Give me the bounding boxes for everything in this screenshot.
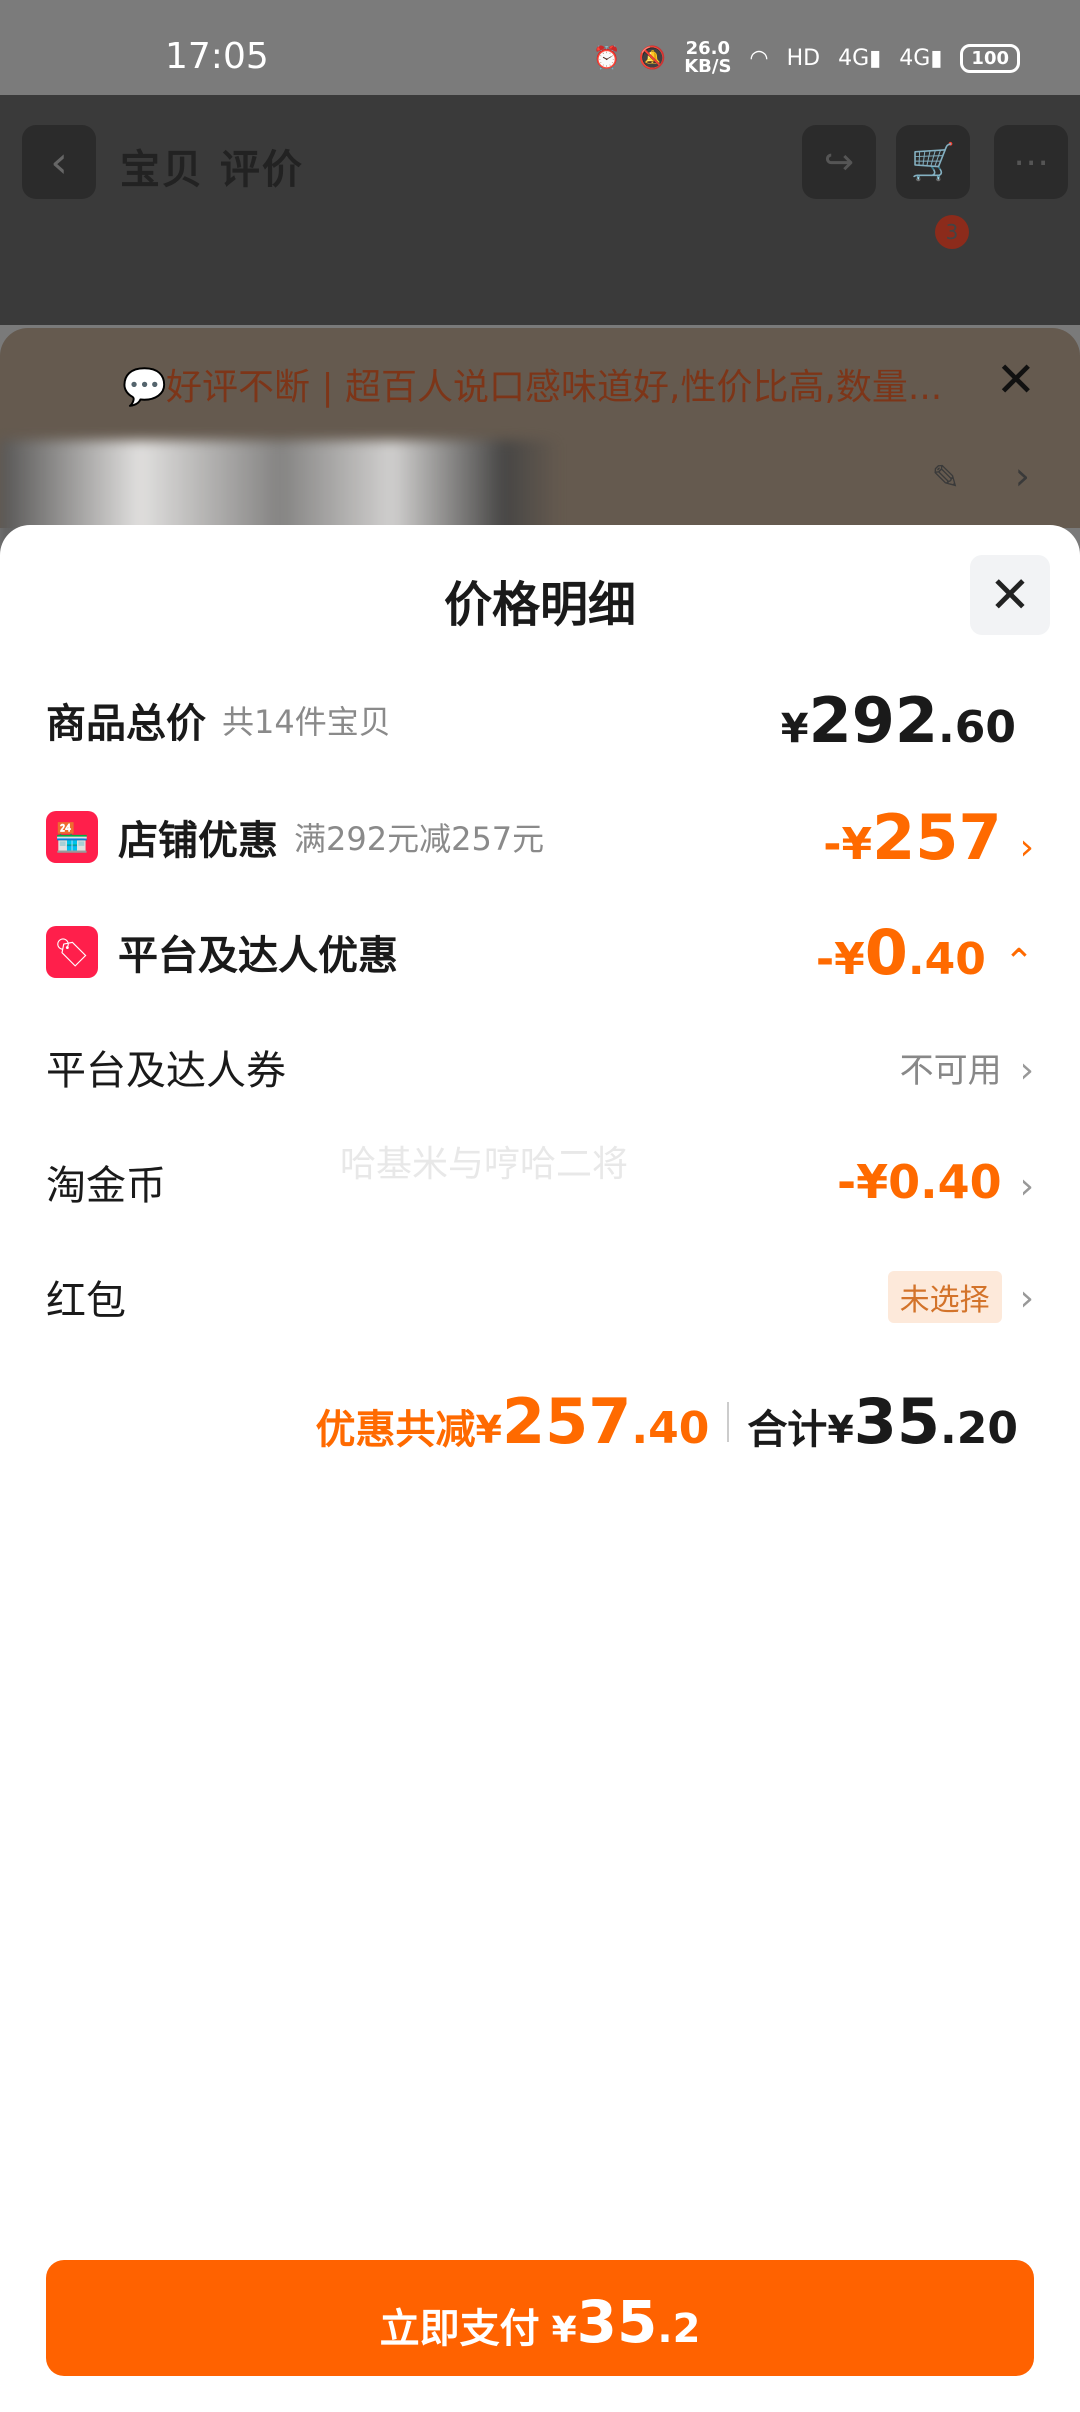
net-speed-unit: KB/S [684, 56, 732, 77]
red-packet-status: 未选择 [887, 1271, 1002, 1323]
discount-total-int: 257 [501, 1385, 632, 1458]
platform-discount-dec: .40 [907, 933, 986, 985]
red-packet-value-wrap: 未选择 › [887, 1271, 1034, 1323]
signal-icon-1: 4G▮ [838, 45, 882, 71]
mute-bell-icon: 🔕 [638, 45, 667, 71]
platform-discount-label: 平台及达人优惠 [118, 933, 398, 979]
cart-badge: 3 [935, 215, 969, 249]
chevron-right-icon: › [1019, 826, 1034, 868]
hd-icon: HD [786, 45, 821, 71]
pay-button-int: 35 [576, 2288, 658, 2356]
summary-divider [727, 1401, 730, 1442]
grand-total-int: 35 [853, 1385, 941, 1458]
banner-text: 💬好评不断 | 超百人说口感味道好,性价比高,数量... [122, 358, 942, 410]
signal-icon-2: 4G▮ [899, 45, 943, 71]
grand-total-symbol: ¥ [827, 1408, 854, 1452]
price-detail-sheet: 价格明细 ✕ 商品总价 共14件宝贝 ¥ 292 .60 🏪 店铺优惠 满292… [0, 525, 1080, 2412]
shop-discount-prefix: -¥ [823, 818, 873, 870]
banner-close-icon[interactable]: ✕ [996, 352, 1036, 408]
pay-button-label: 立即支付 [379, 2306, 540, 2352]
shop-discount-row[interactable]: 🏪 店铺优惠 满292元减257元 -¥ 257 › [46, 797, 1034, 877]
goods-total-row: 商品总价 共14件宝贝 ¥ 292 .60 [46, 680, 1034, 760]
goods-total-label: 商品总价 [46, 701, 206, 747]
platform-discount-prefix: -¥ [815, 933, 865, 985]
shop-discount-value: -¥ 257 › [823, 801, 1034, 874]
back-icon[interactable]: ‹ [22, 125, 96, 199]
signal-label-1: 4G [838, 45, 870, 71]
status-time: 17:05 [165, 36, 269, 77]
coins-value: -¥0.40 [837, 1155, 1002, 1209]
price-summary: 优惠共减 ¥ 257 .40 合计 ¥ 35 .20 [315, 1385, 1018, 1458]
platform-discount-int: 0 [864, 915, 908, 989]
grand-total-dec: .20 [940, 1403, 1018, 1454]
background-page: ‹ 宝贝 评价 ↪ 🛒 3 ⋯ [0, 95, 1080, 325]
more-icon[interactable]: ⋯ [994, 125, 1068, 199]
comment-icon: 💬 [122, 367, 167, 408]
pay-button-symbol: ¥ [551, 2310, 577, 2351]
tag-icon: 🏷 [46, 926, 98, 978]
shop-icon: 🏪 [46, 811, 98, 863]
chevron-right-icon: › [1019, 1049, 1034, 1091]
coins-value-wrap: -¥0.40 › [837, 1155, 1034, 1209]
watermark-text: 哈基米与哼哈二将 [340, 1144, 629, 1185]
platform-discount-row[interactable]: 🏷 平台及达人优惠 -¥ 0 .40 ⌃ [46, 912, 1034, 992]
grand-total-label: 合计 [747, 1407, 828, 1453]
goods-total-symbol: ¥ [780, 705, 809, 752]
discount-total-symbol: ¥ [475, 1408, 502, 1452]
coupon-label: 平台及达人券 [46, 1048, 286, 1094]
net-speed: 26.0 KB/S [684, 40, 731, 76]
coupon-value: 不可用 › [900, 1043, 1034, 1092]
chevron-right-icon: › [1019, 1166, 1034, 1207]
goods-total-int: 292 [808, 683, 939, 757]
chevron-right-icon: › [1019, 1278, 1034, 1319]
banner-text-value: 好评不断 | 超百人说口感味道好,性价比高,数量... [166, 367, 943, 408]
goods-total-value: ¥ 292 .60 [781, 684, 1016, 757]
share-icon[interactable]: ↪ [802, 125, 876, 199]
red-packet-label: 红包 [46, 1278, 126, 1324]
coins-label: 淘金币 [46, 1163, 166, 1209]
cart-icon[interactable]: 🛒 [896, 125, 970, 199]
alarm-icon: ⏰ [593, 45, 621, 71]
coupon-row[interactable]: 平台及达人券 不可用 › [46, 1027, 1034, 1107]
goods-count: 共14件宝贝 [222, 703, 391, 741]
sheet-title: 价格明细 [443, 577, 636, 633]
pay-now-button[interactable]: 立即支付 ¥ 35 .2 [46, 2260, 1034, 2376]
shop-discount-int: 257 [872, 800, 1002, 874]
goods-total-dec: .60 [938, 701, 1016, 753]
shop-discount-label: 店铺优惠 [118, 818, 278, 864]
chevron-right-icon[interactable]: › [1015, 454, 1030, 498]
background-page-title: 宝贝 评价 [120, 147, 304, 193]
coupon-status: 不可用 [899, 1050, 1002, 1091]
status-icons: ⏰ 🔕 26.0 KB/S ◠ HD 4G▮ 4G▮ 100 [593, 40, 1020, 76]
discount-total-label: 优惠共减 [315, 1407, 476, 1453]
signal-label-2: 4G [899, 45, 931, 71]
chevron-up-icon: ⌃ [1003, 941, 1034, 983]
platform-discount-value: -¥ 0 .40 ⌃ [816, 916, 1034, 989]
status-bar: 17:05 ⏰ 🔕 26.0 KB/S ◠ HD 4G▮ 4G▮ 100 [0, 0, 1080, 95]
discount-total-dec: .40 [631, 1403, 710, 1454]
wifi-icon: ◠ [749, 45, 769, 71]
battery-icon: 100 [960, 43, 1020, 73]
red-packet-row[interactable]: 红包 未选择 › [46, 1257, 1034, 1337]
close-button[interactable]: ✕ [970, 555, 1050, 635]
close-icon: ✕ [989, 566, 1031, 624]
shop-discount-rule: 满292元减257元 [294, 820, 545, 858]
edit-icon[interactable]: ✎ [932, 458, 961, 498]
pay-button-dec: .2 [657, 2306, 701, 2352]
